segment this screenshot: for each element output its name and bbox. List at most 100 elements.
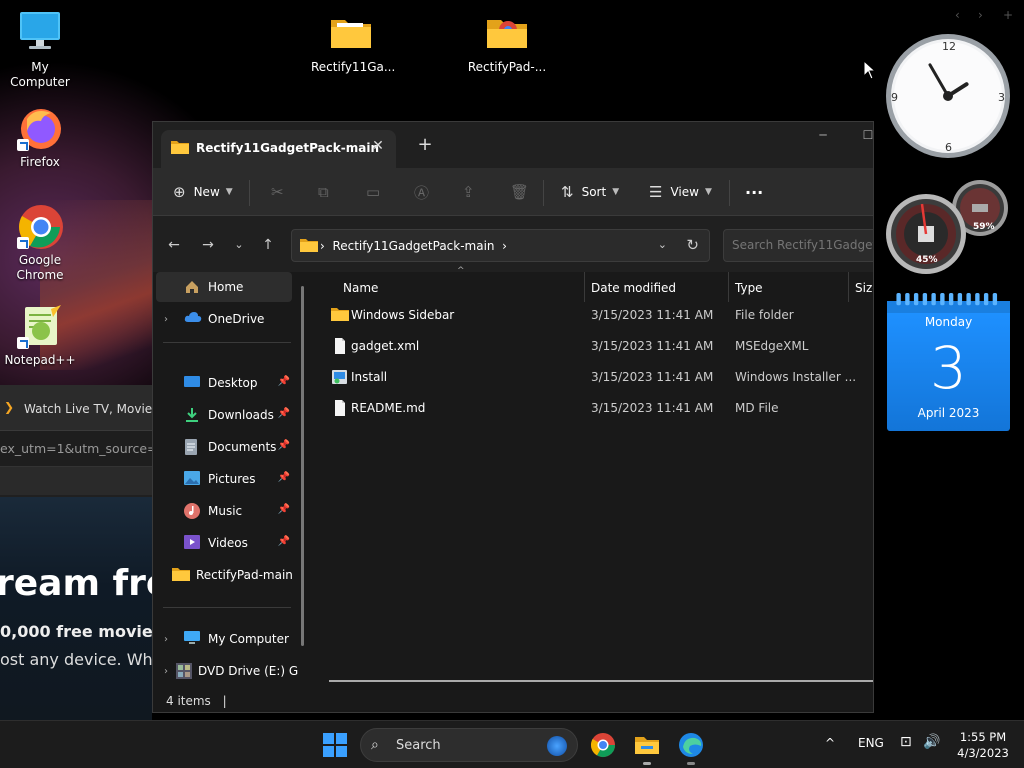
sort-button[interactable]: ⇅ Sort ▼ xyxy=(561,180,619,204)
address-bar[interactable]: › Rectify11GadgetPack-main › ⌄ ↻ xyxy=(291,229,710,262)
address-dropdown-icon[interactable]: ⌄ xyxy=(658,238,667,251)
chevron-right-icon[interactable]: › xyxy=(164,666,168,677)
network-icon[interactable]: ⊡ xyxy=(900,734,912,750)
nav-item-home[interactable]: Home xyxy=(156,272,292,302)
taskbar-search[interactable]: ⌕ Search xyxy=(360,728,578,762)
dvd-drive-icon xyxy=(176,663,192,679)
desktop-icon-chrome[interactable]: Google Chrome xyxy=(0,203,80,283)
tab-close-icon[interactable]: ✕ xyxy=(368,136,388,156)
pin-icon: 📌 xyxy=(277,376,290,387)
back-button[interactable]: ← xyxy=(163,234,185,256)
input-language[interactable]: ENG xyxy=(858,736,884,750)
calendar-gadget[interactable]: Monday 3 April 2023 xyxy=(887,293,1010,431)
bing-icon[interactable] xyxy=(547,736,567,756)
nav-item-rectifypad[interactable]: RectifyPad-main xyxy=(156,560,293,590)
browser-address[interactable]: ex_utm=1&utm_source= xyxy=(0,431,152,467)
recent-locations-button[interactable]: ⌄ xyxy=(228,234,250,256)
chrome-icon xyxy=(590,733,615,758)
clock-gadget[interactable]: 12 3 6 9 xyxy=(884,32,1014,162)
installer-icon xyxy=(331,369,349,388)
chevron-right-icon[interactable]: › xyxy=(164,314,176,325)
explorer-body: Home › OneDrive Desktop 📌 Downloads 📌 Do… xyxy=(153,266,873,692)
plus-circle-icon: ⊕ xyxy=(173,183,186,201)
nav-item-desktop[interactable]: Desktop 📌 xyxy=(156,368,292,398)
start-button[interactable] xyxy=(319,729,351,761)
rename-button[interactable]: Ⓐ xyxy=(414,180,437,204)
nav-item-documents[interactable]: Documents 📌 xyxy=(156,432,292,462)
nav-scrollbar[interactable] xyxy=(301,286,304,646)
more-options-button[interactable]: ··· xyxy=(745,180,763,204)
desktop-icon-label: My Computer xyxy=(10,60,70,89)
tray-date: 4/3/2023 xyxy=(957,746,1009,760)
minimize-button[interactable]: ─ xyxy=(808,128,838,142)
background-browser-window[interactable]: Watch Live TV, Movies, a ex_utm=1&utm_so… xyxy=(0,385,152,720)
desktop-icon-my-computer[interactable]: My Computer xyxy=(0,10,80,90)
file-row[interactable]: README.md 3/15/2023 11:41 AM MD File xyxy=(329,393,873,423)
chevron-right-icon[interactable]: › xyxy=(164,634,176,645)
search-box[interactable] xyxy=(723,229,873,262)
folder-icon xyxy=(171,140,189,158)
hero-line-1: 0,000 free movies xyxy=(0,622,152,641)
search-input[interactable] xyxy=(732,238,873,252)
delete-button[interactable]: 🗑 xyxy=(510,180,537,204)
document-icon xyxy=(184,439,202,455)
cloud-icon xyxy=(184,311,202,327)
arrow-left-icon: ← xyxy=(168,237,180,253)
nav-item-videos[interactable]: Videos 📌 xyxy=(156,528,292,558)
browser-hero: ream fre 0,000 free movies ost any devic… xyxy=(0,497,152,720)
gadget-next-button[interactable]: › xyxy=(978,8,983,22)
paste-button[interactable]: ▭ xyxy=(366,180,388,204)
up-button[interactable]: ↑ xyxy=(257,234,279,256)
tray-overflow-icon[interactable]: ^ xyxy=(825,736,835,750)
gadget-prev-button[interactable]: ‹ xyxy=(955,8,960,22)
arrow-up-icon: ↑ xyxy=(262,237,274,253)
monitor-icon xyxy=(184,631,202,647)
file-row[interactable]: Windows Sidebar 3/15/2023 11:41 AM File … xyxy=(329,300,873,330)
pin-icon: 📌 xyxy=(277,504,290,515)
cut-button[interactable]: ✂ xyxy=(271,180,292,204)
pin-icon: 📌 xyxy=(277,408,290,419)
file-row[interactable]: gadget.xml 3/15/2023 11:41 AM MSEdgeXML xyxy=(329,331,873,361)
clock-tray[interactable]: 1:55 PM 4/3/2023 xyxy=(948,729,1018,761)
file-explorer-window[interactable]: Rectify11GadgetPack-main ✕ + ─ ☐ ⊕ New ▼… xyxy=(152,121,874,713)
taskbar-file-explorer[interactable] xyxy=(631,729,663,765)
desktop-icon-rectifypad-folder[interactable]: RectifyPad-... xyxy=(467,10,547,75)
new-button[interactable]: ⊕ New ▼ xyxy=(173,180,233,204)
desktop-icon-notepadpp[interactable]: Notepad++ xyxy=(0,303,80,368)
taskbar-chrome[interactable] xyxy=(587,729,619,761)
music-icon xyxy=(184,503,202,519)
copy-button[interactable]: ⧉ xyxy=(318,180,337,204)
horizontal-scrollbar[interactable] xyxy=(329,680,873,682)
nav-item-music[interactable]: Music 📌 xyxy=(156,496,292,526)
file-date: 3/15/2023 11:41 AM xyxy=(591,401,714,415)
taskbar-edge[interactable] xyxy=(675,729,707,765)
browser-tab[interactable]: Watch Live TV, Movies, a xyxy=(0,385,152,431)
forward-button[interactable]: → xyxy=(197,234,219,256)
shortcut-arrow-icon xyxy=(17,337,29,349)
file-name: README.md xyxy=(351,401,426,415)
pin-icon: 📌 xyxy=(277,536,290,547)
copy-icon: ⧉ xyxy=(318,183,329,201)
gadget-add-button[interactable]: + xyxy=(1003,8,1013,22)
desktop-icon-rectify-gadget-folder[interactable]: Rectify11Ga... xyxy=(311,10,395,75)
view-button[interactable]: ☰ View ▼ xyxy=(649,180,712,204)
nav-item-dvd-drive[interactable]: › DVD Drive (E:) G xyxy=(156,656,298,686)
new-tab-button[interactable]: + xyxy=(415,135,435,155)
explorer-tab[interactable]: Rectify11GadgetPack-main ✕ xyxy=(161,130,396,168)
volume-icon[interactable]: 🔊 xyxy=(923,734,940,750)
nav-item-downloads[interactable]: Downloads 📌 xyxy=(156,400,292,430)
nav-item-onedrive[interactable]: › OneDrive xyxy=(156,304,292,334)
cpu-meter-gadget[interactable]: 45% 59% xyxy=(882,180,1012,275)
nav-item-my-computer[interactable]: › My Computer xyxy=(156,624,292,654)
calendar-day: 3 xyxy=(930,334,967,402)
file-row[interactable]: Install 3/15/2023 11:41 AM Windows Insta… xyxy=(329,362,873,392)
desktop-icon-label: RectifyPad-... xyxy=(467,60,547,74)
breadcrumb[interactable]: › Rectify11GadgetPack-main › xyxy=(320,239,507,253)
share-button[interactable]: ⇪ xyxy=(462,180,483,204)
windows-logo-icon xyxy=(323,733,347,757)
nav-item-pictures[interactable]: Pictures 📌 xyxy=(156,464,292,494)
title-bar[interactable]: Rectify11GadgetPack-main ✕ + ─ ☐ xyxy=(153,122,873,168)
maximize-button[interactable]: ☐ xyxy=(853,128,873,142)
desktop-icon-firefox[interactable]: Firefox xyxy=(0,105,80,170)
refresh-icon[interactable]: ↻ xyxy=(686,236,699,254)
